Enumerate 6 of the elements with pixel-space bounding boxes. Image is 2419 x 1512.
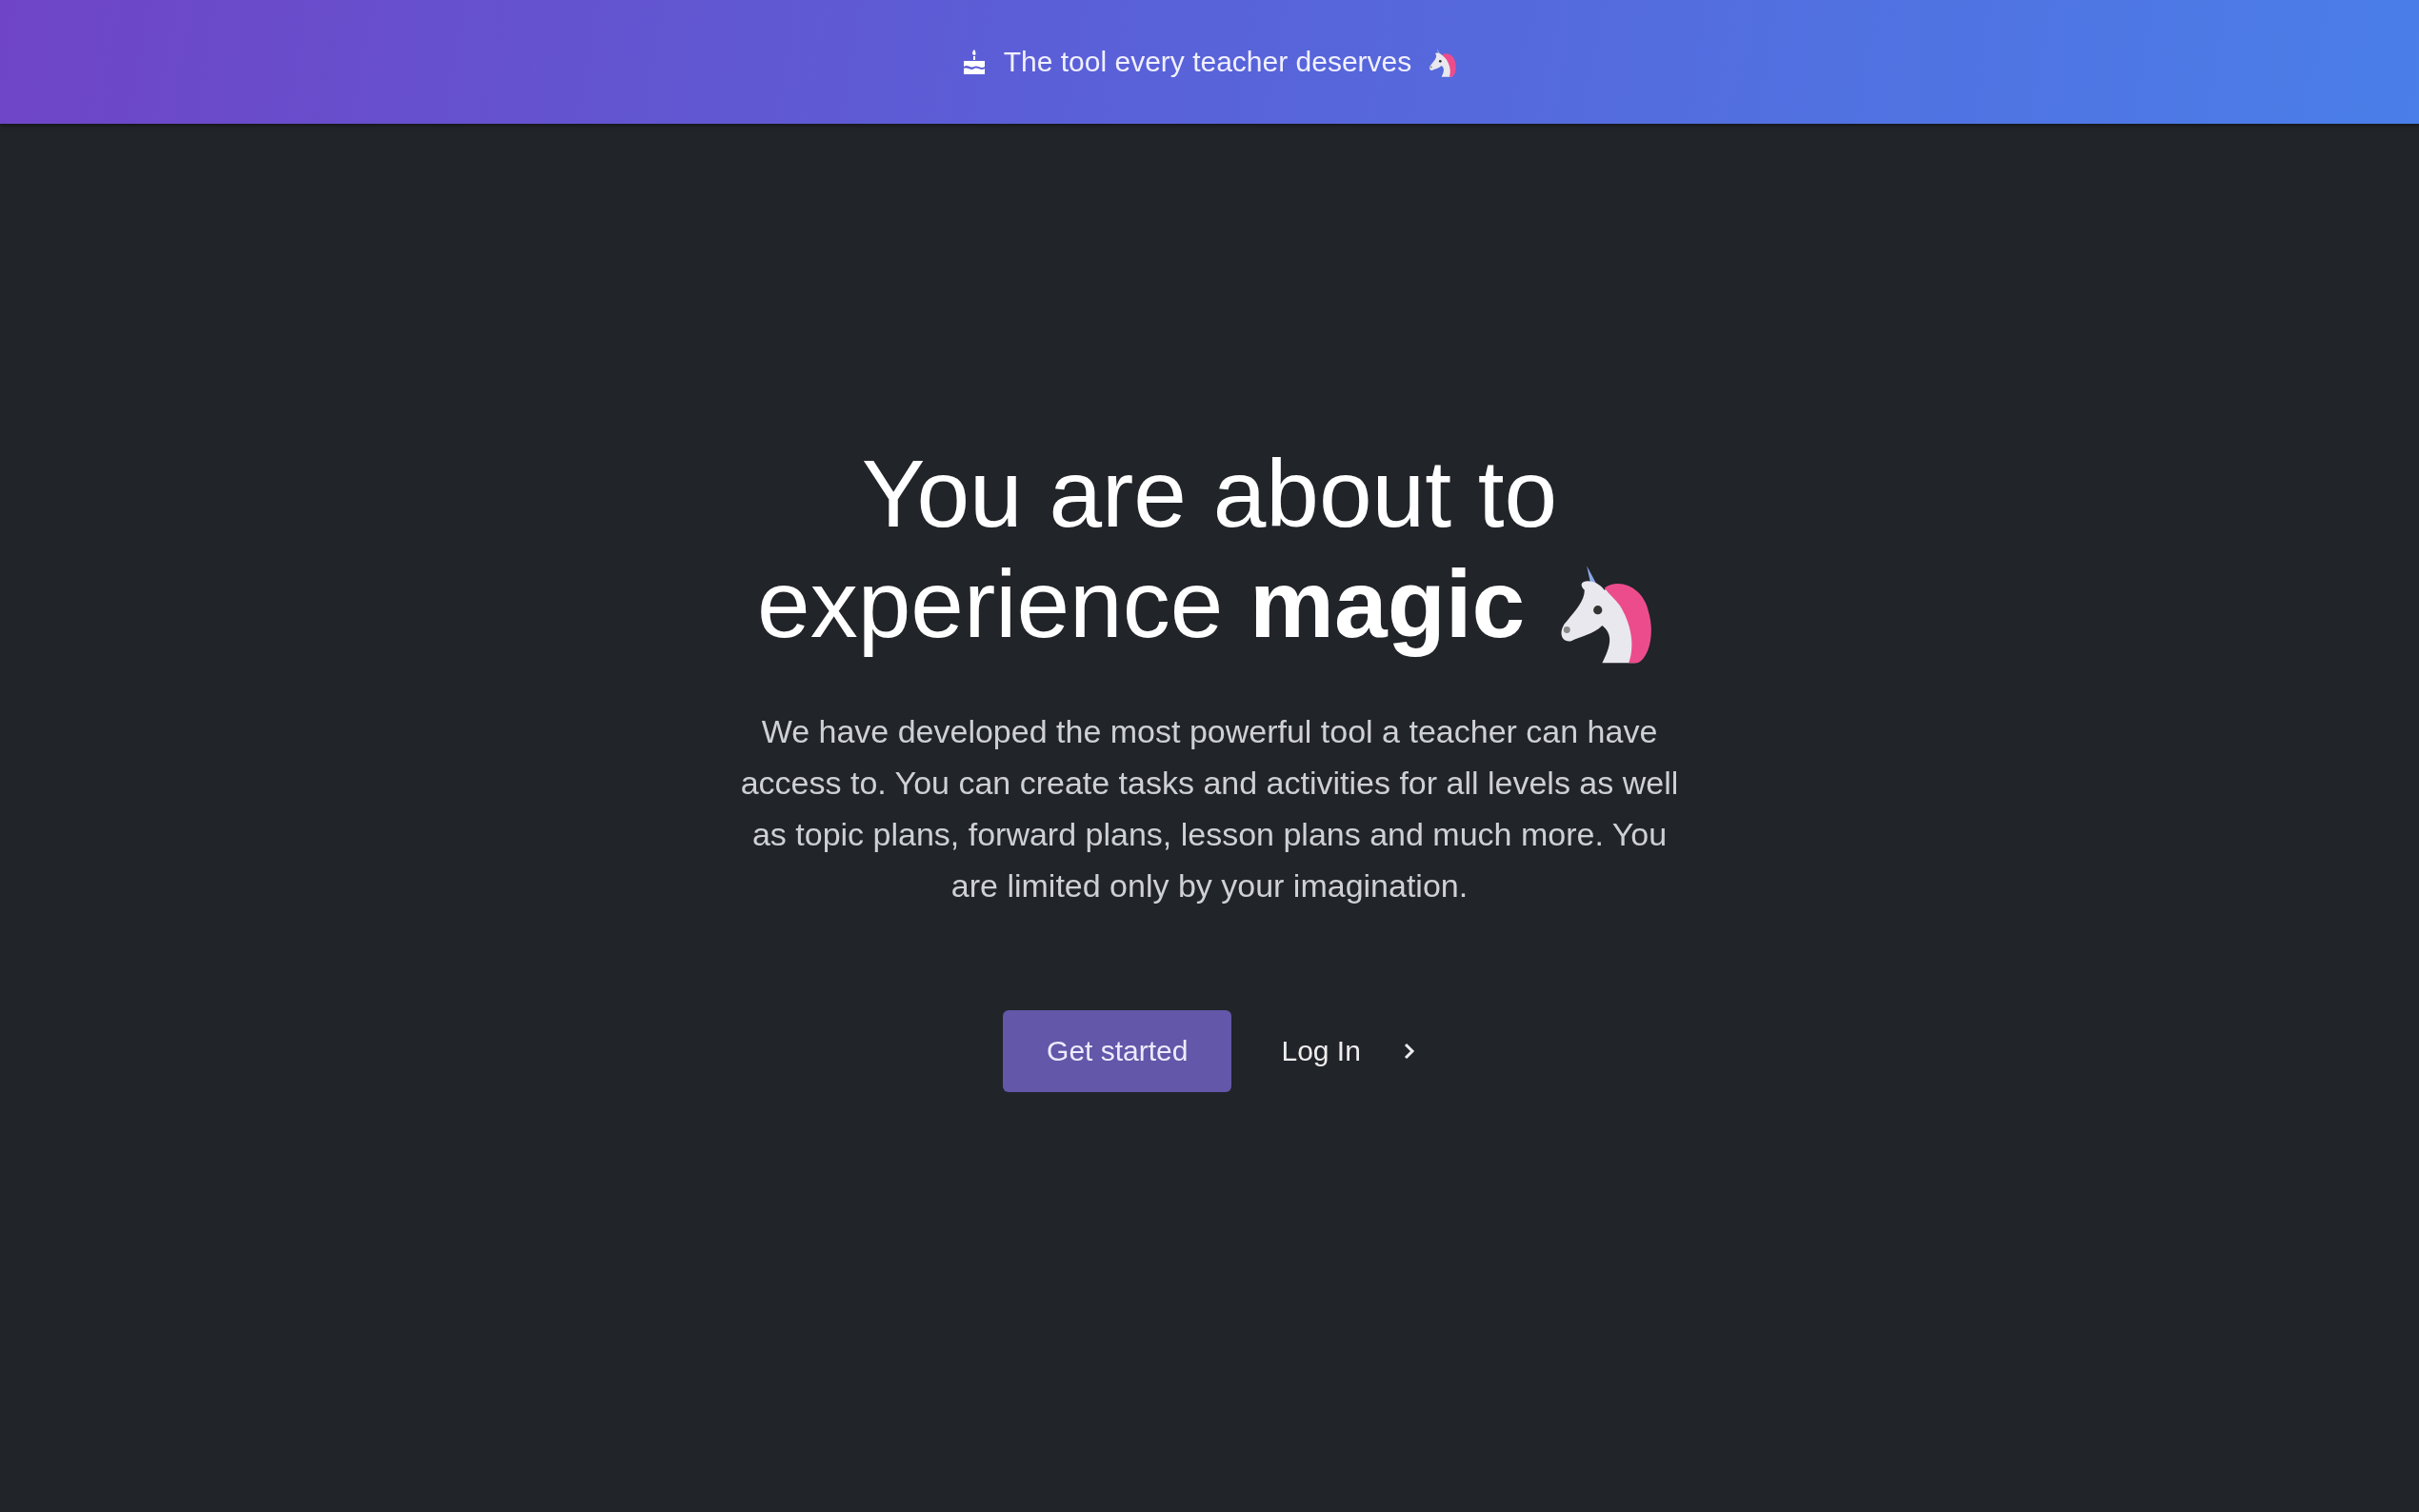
get-started-button[interactable]: Get started bbox=[1003, 1009, 1232, 1092]
chevron-right-icon bbox=[1402, 1041, 1416, 1061]
hero-description: We have developed the most powerful tool a teacher can have access to. You can create tasks and activities for all levels as well as topic plans, forward plans, lesson plans and much more. You are limited only by your imagination. bbox=[739, 711, 1680, 905]
hero-title: You are about to experience magic bbox=[757, 440, 1558, 657]
login-link[interactable]: Log In bbox=[1281, 1034, 1416, 1067]
banner-text: The tool every teacher deserves bbox=[1003, 46, 1412, 78]
